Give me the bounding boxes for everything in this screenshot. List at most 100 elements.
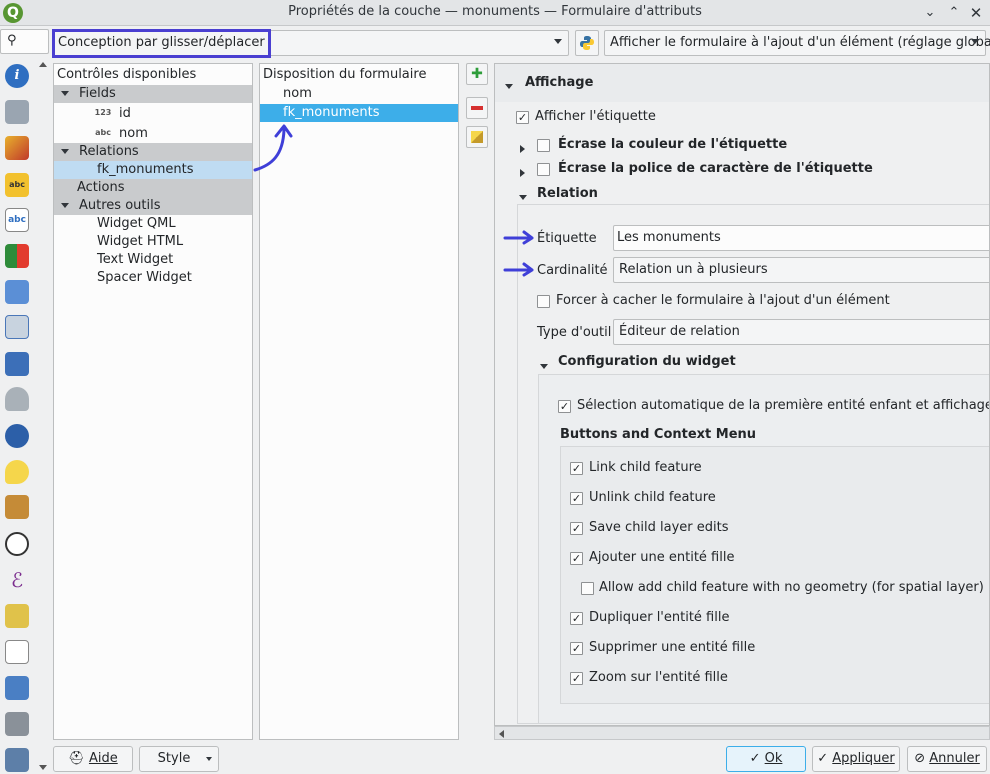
tree-group-actions[interactable]: Actions [54, 179, 252, 197]
widget-config-title: Configuration du widget [558, 354, 736, 369]
label-input[interactable]: Les monuments [613, 225, 989, 251]
chevron-down-icon[interactable] [61, 203, 69, 208]
chevron-down-icon [206, 757, 212, 761]
properties-sidebar: i abc abc ℰ [0, 56, 35, 774]
style-button[interactable]: Style [139, 746, 219, 772]
attributes-form-icon[interactable] [5, 352, 29, 376]
invert-selection-button[interactable] [466, 126, 488, 148]
option-checkbox[interactable]: ✓ [570, 672, 583, 685]
fields-icon[interactable] [5, 315, 29, 339]
chevron-down-icon[interactable] [540, 364, 548, 369]
chevron-down-icon[interactable] [61, 149, 69, 154]
close-icon[interactable]: ✕ [966, 3, 986, 23]
3d-view-icon[interactable] [5, 244, 29, 268]
chevron-down-icon[interactable] [61, 91, 69, 96]
rendering-icon[interactable] [5, 532, 29, 556]
diagrams-icon[interactable] [5, 280, 29, 304]
tree-item-widget-html[interactable]: Widget HTML [54, 233, 252, 251]
python-icon [580, 36, 594, 50]
remove-item-button[interactable] [466, 97, 488, 119]
override-color-checkbox[interactable] [537, 139, 550, 152]
information-icon[interactable]: i [5, 64, 29, 88]
editor-mode-value: Conception par glisser/déplacer [58, 35, 265, 50]
tree-item-spacer-widget[interactable]: Spacer Widget [54, 269, 252, 287]
text-field-icon: abc [95, 128, 111, 137]
tool-type-combo[interactable]: Éditeur de relation [613, 319, 989, 345]
buttons-menu-header: Buttons and Context Menu [560, 427, 757, 442]
option-checkbox[interactable]: ✓ [570, 552, 583, 565]
symbology-icon[interactable] [5, 136, 29, 160]
display-icon[interactable] [5, 495, 29, 519]
ok-button[interactable]: ✓ Ok [726, 746, 806, 772]
qgis-server-icon[interactable] [5, 748, 29, 772]
horizontal-scrollbar[interactable] [494, 726, 990, 740]
source-tools-icon[interactable] [5, 100, 29, 124]
window-title: Propriétés de la couche — monuments — Fo… [288, 4, 702, 19]
option-checkbox[interactable] [581, 582, 594, 595]
option-checkbox[interactable]: ✓ [570, 492, 583, 505]
tree-item-id[interactable]: 123 id [54, 104, 252, 122]
show-form-combo[interactable]: Afficher le formulaire à l'ajout d'un él… [604, 30, 990, 56]
variables-icon[interactable]: ℰ [5, 568, 29, 592]
layout-item-nom[interactable]: nom [260, 85, 458, 103]
available-controls-tree[interactable]: Contrôles disponibles Fields 123 id abc no… [53, 63, 253, 740]
override-font-checkbox[interactable] [537, 163, 550, 176]
title-bar: Q Propriétés de la couche — monuments — … [0, 0, 990, 26]
chevron-down-icon [971, 39, 979, 44]
minimize-icon[interactable]: ⌄ [920, 3, 940, 23]
option-checkbox[interactable]: ✓ [570, 522, 583, 535]
cancel-button[interactable]: ⊘ Annuler [907, 746, 987, 772]
plus-icon: ✚ [471, 66, 483, 82]
masks-icon[interactable]: abc [5, 208, 29, 232]
lifebuoy-icon: ⛑ [68, 751, 85, 766]
cancel-icon: ⊘ [914, 751, 926, 766]
integer-field-icon: 123 [94, 108, 112, 117]
invert-icon [471, 131, 483, 143]
apply-button[interactable]: ✓ Appliquer [812, 746, 900, 772]
search-input[interactable]: ⚲ [0, 29, 49, 54]
temporal-icon[interactable] [5, 604, 29, 628]
minus-icon [471, 106, 483, 110]
tree-group-other-tools[interactable]: Autres outils [54, 197, 252, 215]
show-label-checkbox[interactable]: ✓ [516, 111, 529, 124]
tree-item-fk-monuments[interactable]: fk_monuments [54, 161, 252, 179]
actions-icon[interactable] [5, 460, 29, 484]
annotation-arrows [503, 230, 534, 277]
dependencies-icon[interactable] [5, 676, 29, 700]
python-init-button[interactable] [575, 30, 599, 56]
cardinality-combo[interactable]: Relation un à plusieurs [613, 257, 989, 283]
legend-icon[interactable] [5, 712, 29, 736]
auto-select-checkbox[interactable]: ✓ [558, 400, 571, 413]
tree-item-widget-qml[interactable]: Widget QML [54, 215, 252, 233]
chevron-down-icon[interactable] [505, 84, 513, 89]
tree-group-relations[interactable]: Relations [54, 143, 252, 161]
check-icon: ✓ [749, 751, 761, 766]
chevron-down-icon[interactable] [519, 195, 527, 200]
labels-icon[interactable]: abc [5, 173, 29, 197]
tree-item-text-widget[interactable]: Text Widget [54, 251, 252, 269]
chevron-right-icon[interactable] [520, 168, 525, 177]
option-checkbox[interactable]: ✓ [570, 462, 583, 475]
chevron-down-icon [554, 39, 562, 44]
option-checkbox[interactable]: ✓ [570, 612, 583, 625]
option-checkbox[interactable]: ✓ [570, 642, 583, 655]
tool-type-caption: Type d'outil [537, 325, 612, 340]
force-hide-form-checkbox[interactable] [537, 295, 550, 308]
tree-group-fields[interactable]: Fields [54, 85, 252, 103]
widget-properties-panel: Affichage ✓ Afficher l'étiquette Écrase … [494, 63, 990, 726]
buttons-group [560, 446, 989, 704]
add-container-button[interactable]: ✚ [466, 63, 488, 85]
maximize-icon[interactable]: ⌃ [944, 3, 964, 23]
search-icon: ⚲ [7, 33, 17, 48]
relation-section-title: Relation [537, 186, 598, 201]
chevron-right-icon[interactable] [520, 144, 525, 153]
help-button[interactable]: ⛑ Aide [53, 746, 133, 772]
sidebar-scrollbar[interactable] [35, 58, 49, 774]
metadata-icon[interactable] [5, 640, 29, 664]
check-icon: ✓ [817, 751, 829, 766]
tree-item-nom[interactable]: abc nom [54, 124, 252, 142]
available-controls-header: Contrôles disponibles [57, 67, 197, 82]
auxiliary-storage-icon[interactable] [5, 424, 29, 448]
joins-icon[interactable] [5, 387, 29, 411]
display-section-title: Affichage [525, 75, 594, 90]
